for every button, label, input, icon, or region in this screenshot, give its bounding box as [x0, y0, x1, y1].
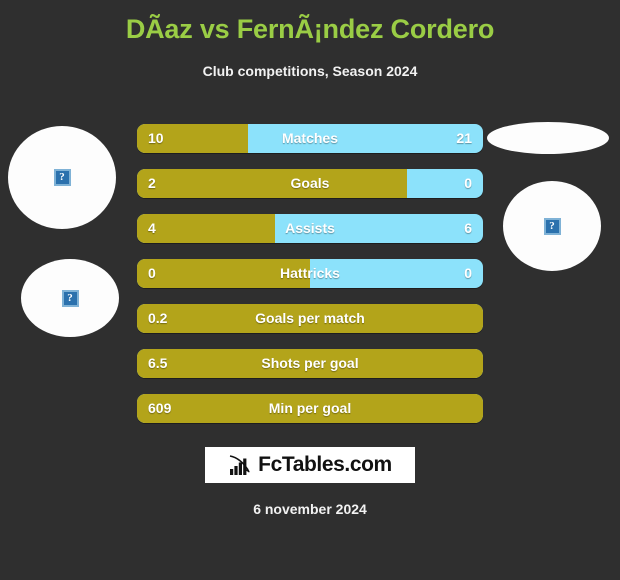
stat-value-away: 6 — [464, 220, 472, 236]
page-title: DÃ­az vs FernÃ¡ndez Cordero — [125, 14, 495, 44]
home-club-badge: ? — [21, 259, 119, 337]
stat-label: Shots per goal — [261, 355, 359, 371]
stat-label: Hattricks — [280, 265, 340, 281]
stat-bar: 0 Hattricks 0 — [137, 259, 483, 288]
broken-image-icon: ? — [53, 169, 71, 186]
stat-label: Goals — [290, 175, 330, 191]
page-subtitle: Club competitions, Season 2024 — [202, 63, 418, 79]
broken-image-icon: ? — [543, 217, 561, 235]
stat-value-away: 0 — [464, 175, 472, 191]
stat-label: Assists — [285, 220, 335, 236]
stat-value-away: 0 — [464, 265, 472, 281]
comparison-infographic: DÃ­az vs FernÃ¡ndez Cordero Club competi… — [0, 0, 620, 580]
footer-date: 6 november 2024 — [253, 501, 367, 517]
stat-bar: 2 Goals 0 — [137, 169, 483, 198]
stat-bar: 10 Matches 21 — [137, 124, 483, 153]
home-player-avatar-large: ? — [8, 126, 116, 229]
away-club-badge: ? — [503, 181, 601, 271]
stat-bar-list: 10 Matches 21 2 Goals 0 4 Assists 6 0 Hattricks 0 0.… — [137, 124, 483, 439]
stat-bar: 4 Assists 6 — [137, 214, 483, 243]
logo-text: FcTables.com — [258, 453, 392, 476]
stat-label: Matches — [281, 130, 339, 146]
stat-bar: 0.2 Goals per match — [137, 304, 483, 333]
stat-value-away: 21 — [456, 130, 472, 146]
stat-label: Min per goal — [268, 400, 352, 416]
broken-image-icon: ? — [61, 289, 79, 307]
fctables-logo[interactable]: FcTables.com — [205, 447, 415, 483]
stat-bar: 609 Min per goal — [137, 394, 483, 423]
bar-chart-growth-icon — [229, 455, 250, 475]
stat-bar: 6.5 Shots per goal — [137, 349, 483, 378]
away-player-avatar-clipped — [487, 122, 609, 154]
stat-label: Goals per match — [255, 310, 365, 326]
